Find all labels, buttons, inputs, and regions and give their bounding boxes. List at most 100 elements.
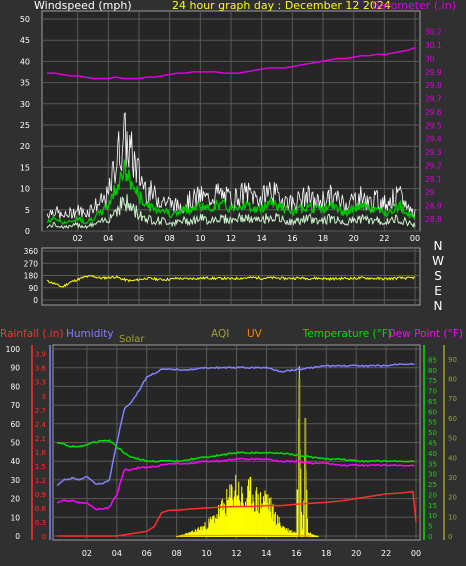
- rain-tick: 1.2: [35, 477, 46, 485]
- direction-tick: 360: [24, 247, 39, 256]
- hour-tick: 10: [195, 234, 205, 243]
- rain-tick: 0.6: [35, 505, 47, 513]
- compass-label: E: [434, 284, 442, 298]
- rain-tick: 3.6: [35, 365, 47, 373]
- humidity-tick: 60: [10, 420, 20, 429]
- hour-tick: 16: [287, 234, 297, 243]
- windspeed-tick: 50: [20, 15, 30, 24]
- windspeed-tick: 30: [20, 100, 30, 109]
- barometer-tick: 29.9: [425, 68, 442, 77]
- barometer-tick: 29.5: [425, 121, 442, 130]
- hour-tick: 14: [261, 549, 271, 558]
- hour-tick: 18: [318, 234, 328, 243]
- hour-tick: 12: [226, 234, 236, 243]
- windspeed-tick: 5: [25, 206, 30, 215]
- aqi-tick: 20: [448, 494, 457, 502]
- top-hour-ticks: 02 04 06 08 10 12 14 16 18 20 22 00: [73, 234, 421, 243]
- legend-entry: Rainfall (.in): [0, 328, 63, 340]
- temperature-tick: 65: [428, 398, 437, 406]
- temperature-tick: 0: [428, 533, 432, 541]
- hour-tick: 20: [351, 549, 361, 558]
- temperature-tick: 75: [428, 377, 437, 385]
- humidity-tick: 30: [10, 476, 20, 485]
- barometer-tick: 29.1: [425, 175, 442, 184]
- barometer-tick: 30.2: [425, 28, 442, 37]
- hour-tick: 22: [381, 549, 391, 558]
- compass-label: W: [432, 254, 444, 268]
- legend-entry: UV: [247, 328, 263, 340]
- barometer-tick: 29.4: [425, 135, 442, 144]
- aqi-tick: 90: [448, 356, 457, 364]
- barometer-tick: 28.9: [425, 202, 442, 211]
- rain-tick: 3: [42, 393, 46, 401]
- legend-entry: Humidity: [66, 328, 114, 340]
- temperature-tick: 40: [428, 450, 437, 458]
- temperature-tick: 35: [428, 460, 437, 468]
- aqi-tick: 0: [448, 533, 452, 541]
- temperature-tick: 5: [428, 523, 432, 531]
- humidity-tick: 40: [10, 457, 20, 466]
- legend-entry: Dew Point (°F): [388, 328, 463, 340]
- barometer-tick: 29.2: [425, 161, 442, 170]
- rain-tick: 3.3: [35, 379, 46, 387]
- direction-tick: 180: [24, 272, 39, 281]
- compass-labels: NWSEN: [432, 239, 444, 313]
- windspeed-tick: 10: [20, 185, 30, 194]
- rain-tick: 3.9: [35, 351, 46, 359]
- rain-tick: 2.7: [35, 407, 46, 415]
- temperature-tick: 85: [428, 356, 437, 364]
- barometer-tick: 29.6: [425, 108, 442, 117]
- aqi-tick: 60: [448, 415, 457, 423]
- legend-entry: Solar: [119, 334, 145, 345]
- aqi-tick: 50: [448, 435, 457, 443]
- barometer-tick: 30: [425, 54, 435, 63]
- hour-tick: 08: [172, 549, 182, 558]
- humidity-tick: 80: [10, 382, 20, 391]
- compass-label: N: [434, 239, 443, 253]
- rain-tick: 0.3: [35, 519, 46, 527]
- hour-tick: 02: [73, 234, 83, 243]
- temperature-tick: 70: [428, 388, 437, 396]
- direction-tick: 0: [33, 296, 38, 305]
- hour-tick: 08: [165, 234, 175, 243]
- rain-tick: 2.4: [35, 421, 47, 429]
- hour-tick: 22: [379, 234, 389, 243]
- weather-chart: 05101520253035404550 30.230.13029.929.82…: [0, 0, 463, 558]
- hour-tick: 10: [201, 549, 211, 558]
- windspeed-tick: 40: [20, 57, 30, 66]
- rain-tick: 1.8: [35, 449, 46, 457]
- legend-entry: AQI: [211, 328, 229, 340]
- aqi-tick: 40: [448, 454, 457, 462]
- humidity-tick: 70: [10, 401, 20, 410]
- temperature-tick: 10: [428, 512, 437, 520]
- hour-tick: 04: [112, 549, 122, 558]
- barometer-tick: 29: [425, 188, 435, 197]
- windspeed-axis-label: Windspeed (mph): [34, 0, 132, 12]
- rain-tick: 0: [42, 533, 46, 541]
- compass-label: S: [434, 269, 442, 283]
- direction-ticks: 0 90 180 270 360: [24, 247, 39, 305]
- temperature-tick: 55: [428, 419, 437, 427]
- windspeed-tick: 25: [20, 121, 30, 130]
- windspeed-tick: 45: [20, 36, 30, 45]
- legend-entry: Temperature (°F): [302, 328, 392, 340]
- temperature-tick: 15: [428, 502, 437, 510]
- compass-label: N: [434, 299, 443, 313]
- hour-tick: 06: [142, 549, 152, 558]
- hour-tick: 16: [291, 549, 301, 558]
- temperature-tick: 80: [428, 367, 437, 375]
- windspeed-tick: 20: [20, 142, 30, 151]
- humidity-tick: 10: [10, 513, 20, 522]
- barometer-tick: 29.7: [425, 95, 442, 104]
- barometer-ticks: 30.2 30.1 30 29.9 29.8 29.7 29.6 29.5 29.4 29.3 29…: [425, 28, 442, 224]
- temperature-tick: 30: [428, 471, 437, 479]
- temperature-tick: 60: [428, 408, 437, 416]
- rain-tick: 1.5: [35, 463, 46, 471]
- hour-tick: 12: [231, 549, 241, 558]
- hour-tick: 06: [134, 234, 144, 243]
- barometer-axis-label: Barometer (.in): [372, 0, 456, 12]
- hour-tick: 02: [82, 549, 92, 558]
- hour-tick: 00: [410, 234, 420, 243]
- hour-tick: 20: [349, 234, 359, 243]
- direction-tick: 90: [28, 284, 38, 293]
